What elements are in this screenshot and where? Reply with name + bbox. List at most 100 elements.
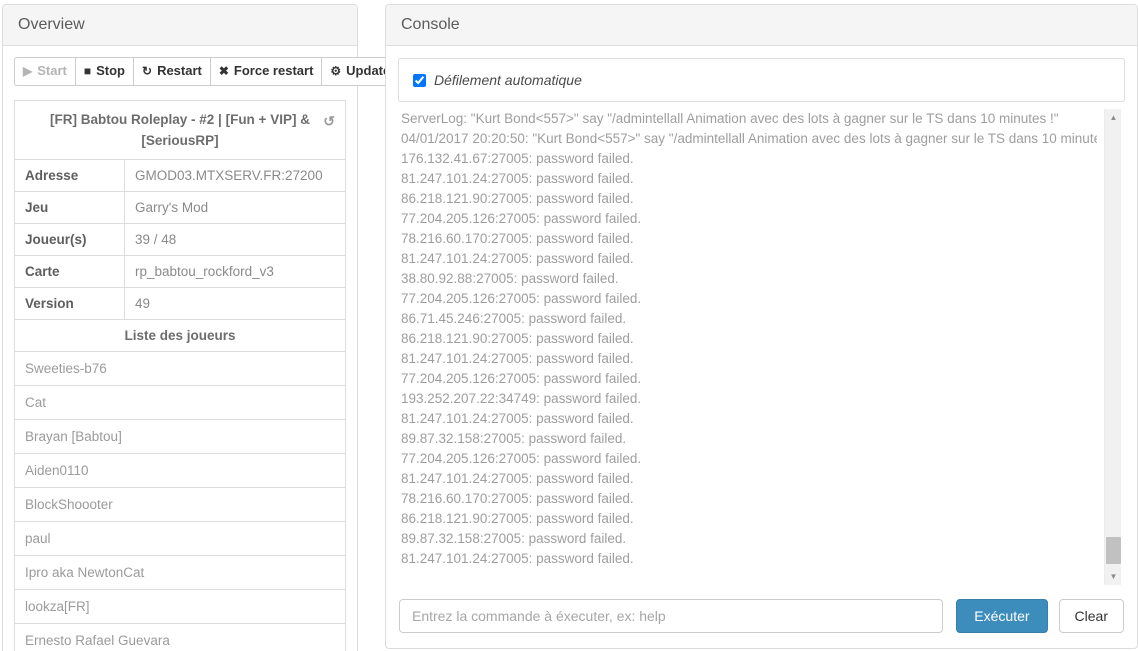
info-key: Adresse <box>14 159 125 192</box>
button-label: Stop <box>96 63 125 78</box>
server-start-button: ▶ Start <box>14 57 75 86</box>
scroll-up-icon[interactable]: ▲ <box>1105 109 1122 126</box>
server-force-restart-button[interactable]: ✖ Force restart <box>209 57 322 86</box>
command-bar: Exécuter Clear <box>398 585 1125 648</box>
refresh-icon: ↻ <box>142 64 153 78</box>
player-list-item: Ernesto Rafael Guevara <box>14 623 346 651</box>
server-control-toolbar: ▶ Start ■ Stop ↻ Restart ✖ Force restart ⚙ Update <box>14 57 400 86</box>
play-icon: ▶ <box>23 64 33 78</box>
console-panel-body: Défilement automatique ServerLog: "Kurt … <box>386 46 1137 648</box>
player-name: BlockShoooter <box>14 487 346 522</box>
console-log-scroll[interactable]: ServerLog: "Kurt Bond<557>" say "/admint… <box>398 109 1097 585</box>
player-name: paul <box>14 521 346 556</box>
player-name: Ernesto Rafael Guevara <box>14 623 346 651</box>
info-key: Joueur(s) <box>14 223 125 256</box>
table-row: Version 49 <box>14 287 346 320</box>
console-log-line: 78.216.60.170:27005: password failed. <box>401 491 634 506</box>
player-list-item: Brayan [Babtou] <box>14 419 346 454</box>
execute-button[interactable]: Exécuter <box>956 599 1048 633</box>
console-log-line: 04/01/2017 20:20:50: "Kurt Bond<557>" sa… <box>401 131 1097 146</box>
scrollbar-thumb[interactable] <box>1106 537 1121 564</box>
console-log-line: ServerLog: "Kurt Bond<557>" say "/admint… <box>401 111 1059 126</box>
button-label: Start <box>37 63 67 78</box>
close-icon: ✖ <box>218 64 229 78</box>
console-scrollbar[interactable]: ▲ ▼ <box>1104 109 1121 585</box>
console-log-line: 77.204.205.126:27005: password failed. <box>401 371 642 386</box>
player-list-item: Ipro aka NewtonCat <box>14 555 346 590</box>
console-log-line: 86.71.45.246:27005: password failed. <box>401 311 627 326</box>
overview-panel: Overview ▶ Start ■ Stop ↻ Restart ✖ Force resta… <box>2 4 400 651</box>
player-name: Brayan [Babtou] <box>14 419 346 454</box>
app-root: Overview ▶ Start ■ Stop ↻ Restart ✖ Force resta… <box>0 0 1138 651</box>
console-log-line: 77.204.205.126:27005: password failed. <box>401 211 642 226</box>
button-label: Update <box>346 63 391 78</box>
info-value: GMOD03.MTXSERV.FR:27200 <box>124 159 346 192</box>
table-row: Jeu Garry's Mod <box>14 191 346 224</box>
players-list-heading: Liste des joueurs <box>14 319 346 352</box>
console-log-line: 176.132.41.67:27005: password failed. <box>401 151 634 166</box>
console-log-line: 77.204.205.126:27005: password failed. <box>401 451 642 466</box>
player-name: Cat <box>14 385 346 420</box>
console-log-line: 38.80.92.88:27005: password failed. <box>401 271 619 286</box>
info-key: Jeu <box>14 191 125 224</box>
console-log-area: ServerLog: "Kurt Bond<557>" say "/admint… <box>398 109 1125 585</box>
console-log-line: 81.247.101.24:27005: password failed. <box>401 471 634 486</box>
scroll-down-icon[interactable]: ▼ <box>1105 568 1122 585</box>
table-row: Joueur(s) 39 / 48 <box>14 223 346 256</box>
overview-column: Overview ▶ Start ■ Stop ↻ Restart ✖ Force resta… <box>2 4 400 651</box>
button-label: Force restart <box>233 63 314 78</box>
clear-button[interactable]: Clear <box>1058 599 1124 633</box>
server-stop-button[interactable]: ■ Stop <box>74 57 133 86</box>
console-log-line: 193.252.207.22:34749: password failed. <box>401 391 642 406</box>
console-column: Console Défilement automatique ServerLog… <box>385 4 1138 651</box>
autoscroll-toggle-container[interactable]: Défilement automatique <box>398 58 1125 102</box>
command-input[interactable] <box>399 599 944 633</box>
console-panel: Console Défilement automatique ServerLog… <box>385 4 1138 649</box>
info-key: Version <box>14 287 125 320</box>
players-heading-row: Liste des joueurs <box>14 319 346 352</box>
player-name: Aiden0110 <box>14 453 346 488</box>
server-name-text: [FR] Babtou Roleplay - #2 | [Fun + VIP] … <box>50 112 310 148</box>
console-log-line: 81.247.101.24:27005: password failed. <box>401 351 634 366</box>
overview-panel-title: Overview <box>3 5 357 46</box>
player-list-item: Sweeties-b76 <box>14 351 346 386</box>
console-log-line: 78.216.60.170:27005: password failed. <box>401 231 634 246</box>
server-restart-button[interactable]: ↻ Restart <box>133 57 210 86</box>
table-row: Carte rp_babtou_rockford_v3 <box>14 255 346 288</box>
player-name: Ipro aka NewtonCat <box>14 555 346 590</box>
stop-icon: ■ <box>83 64 92 78</box>
player-list-item: paul <box>14 521 346 556</box>
info-value: Garry's Mod <box>124 191 346 224</box>
player-list-item: Cat <box>14 385 346 420</box>
server-title-row: [FR] Babtou Roleplay - #2 | [Fun + VIP] … <box>14 100 346 160</box>
info-value: rp_babtou_rockford_v3 <box>124 255 346 288</box>
player-name: lookza[FR] <box>14 589 346 624</box>
player-list-item: Aiden0110 <box>14 453 346 488</box>
info-value: 49 <box>124 287 346 320</box>
player-list-item: BlockShoooter <box>14 487 346 522</box>
info-key: Carte <box>14 255 125 288</box>
server-name-cell: [FR] Babtou Roleplay - #2 | [Fun + VIP] … <box>14 100 346 160</box>
console-log-line: 89.87.32.158:27005: password failed. <box>401 431 627 446</box>
console-panel-title: Console <box>386 5 1137 46</box>
console-log-line: 86.218.121.90:27005: password failed. <box>401 511 634 526</box>
console-log-line: 89.87.32.158:27005: password failed. <box>401 531 627 546</box>
console-log-line: 86.218.121.90:27005: password failed. <box>401 331 634 346</box>
overview-panel-body: ▶ Start ■ Stop ↻ Restart ✖ Force restart ⚙ Update… <box>3 46 400 651</box>
button-label: Restart <box>157 63 202 78</box>
autoscroll-checkbox[interactable] <box>413 73 426 87</box>
table-row: Adresse GMOD03.MTXSERV.FR:27200 <box>14 159 346 192</box>
player-list-item: lookza[FR] <box>14 589 346 624</box>
player-name: Sweeties-b76 <box>14 351 346 386</box>
autoscroll-label[interactable]: Défilement automatique <box>434 72 582 88</box>
gear-icon: ⚙ <box>330 64 342 78</box>
console-log-line: 81.247.101.24:27005: password failed. <box>401 251 634 266</box>
console-log-line: 86.218.121.90:27005: password failed. <box>401 191 634 206</box>
info-value: 39 / 48 <box>124 223 346 256</box>
console-log-line: 81.247.101.24:27005: password failed. <box>401 411 634 426</box>
console-log-line: 81.247.101.24:27005: password failed. <box>401 551 634 566</box>
server-info-table: [FR] Babtou Roleplay - #2 | [Fun + VIP] … <box>14 100 346 651</box>
console-log-line: 77.204.205.126:27005: password failed. <box>401 291 642 306</box>
refresh-icon[interactable]: ↺ <box>323 111 335 132</box>
console-log-line: 81.247.101.24:27005: password failed. <box>401 171 634 186</box>
